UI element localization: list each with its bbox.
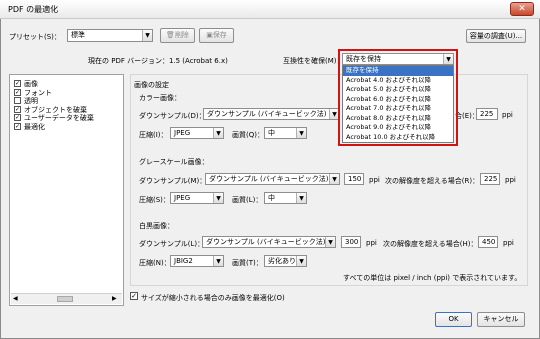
optimize-only-if-smaller-label: サイズが縮小される場合のみ画像を最適化(O) [141, 294, 285, 302]
monochrome-images-title: 白黒画像： [139, 222, 174, 230]
compatibility-select[interactable]: 既存を保持 ▼ [342, 53, 454, 65]
compatibility-option[interactable]: Acrobat 5.0 およびそれ以降 [343, 85, 453, 95]
gray-threshold-input[interactable]: 225 [480, 173, 500, 185]
chevron-down-icon: ▼ [296, 193, 306, 203]
category-checkbox[interactable]: ✓ [14, 122, 21, 130]
scroll-right-icon: ▶ [112, 295, 117, 302]
compatibility-option[interactable]: Acrobat 9.0 およびそれ以降 [343, 123, 453, 133]
optimize-only-if-smaller-checkbox[interactable]: ✓ [130, 292, 138, 300]
compatibility-option[interactable]: Acrobat 6.0 およびそれ以降 [343, 95, 453, 105]
category-checkbox[interactable]: ✓ [14, 80, 21, 87]
color-threshold-unit: ppi [502, 111, 513, 119]
chevron-down-icon: ▼ [213, 128, 223, 138]
trash-icon: 🗑 [166, 31, 175, 39]
window-title: PDF の最適化 [8, 5, 59, 14]
chevron-down-icon: ▼ [329, 174, 339, 184]
chevron-down-icon: ▼ [325, 237, 335, 247]
gray-quality-label: 画質(L)： [232, 196, 263, 204]
mono-compression-label: 圧縮(N)： [139, 259, 171, 267]
audit-space-button[interactable]: 容量の調査(U)... [466, 29, 526, 43]
gray-compression-select[interactable]: JPEG ▼ [170, 192, 224, 204]
gray-threshold-label: 次の解像度を超える場合(R)： [385, 177, 480, 185]
category-list: ✓ 画像 ✓ フォント 透明 ✓ オブジェクトを破棄 ✓ ユーザーデータを破棄 ✓ 最適化 ◀ ▶ [9, 74, 124, 306]
cancel-button[interactable]: キャンセル [477, 312, 525, 327]
mono-threshold-input[interactable]: 450 [478, 236, 498, 248]
mono-ppi-input[interactable]: 300 [341, 236, 361, 248]
current-pdf-version: 現在の PDF バージョン：1.5 (Acrobat 6.x) [88, 57, 228, 65]
mono-compression-select[interactable]: JBIG2 ▼ [170, 255, 224, 267]
color-images-title: カラー画像： [139, 94, 181, 102]
chevron-down-icon: ▼ [213, 256, 223, 266]
scroll-left-icon: ◀ [13, 295, 18, 302]
mono-downsample-select[interactable]: ダウンサンプル (バイキュービック法) ▼ [202, 236, 336, 248]
image-settings-header: 画像の設定 [134, 81, 169, 89]
save-button[interactable]: ▣保存 [199, 28, 234, 43]
color-downsample-select[interactable]: ダウンサンプル (バイキュービック法) ▼ [203, 108, 340, 120]
gray-quality-select[interactable]: 中 ▼ [264, 192, 307, 204]
preset-label: プリセット(S)： [9, 33, 61, 41]
category-label: 最適化 [24, 122, 45, 131]
color-compression-label: 圧縮(I)： [139, 131, 168, 139]
category-checkbox[interactable]: ✓ [14, 114, 21, 121]
compatibility-option[interactable]: Acrobat 10.0 およびそれ以降 [343, 133, 453, 143]
compatibility-label: 互換性を確保(M)： [283, 57, 344, 65]
gray-threshold-unit: ppi [505, 176, 516, 184]
close-button[interactable]: ✕ [510, 2, 534, 16]
mono-ppi-unit: ppi [366, 239, 377, 247]
grayscale-images-title: グレースケール画像： [139, 158, 209, 166]
color-compression-select[interactable]: JPEG ▼ [170, 127, 224, 139]
unit-note: すべての単位は pixel / inch (ppi) で表示されています。 [343, 274, 522, 282]
compatibility-option[interactable]: 既存を保持 [343, 66, 453, 76]
color-quality-label: 画質(Q)： [232, 131, 264, 139]
chevron-down-icon: ▼ [213, 193, 223, 203]
mono-threshold-unit: ppi [503, 239, 514, 247]
chevron-down-icon: ▼ [296, 256, 306, 266]
gray-downsample-select[interactable]: ダウンサンプル (バイキュービック法) ▼ [205, 173, 340, 185]
title-bar [0, 0, 540, 19]
ok-button[interactable]: OK [435, 312, 472, 327]
horizontal-scrollbar[interactable]: ◀ ▶ [11, 293, 122, 304]
category-checkbox[interactable]: ✓ [14, 105, 21, 113]
compatibility-options-list: 既存を保持 Acrobat 4.0 およびそれ以降 Acrobat 5.0 およびそ… [342, 65, 454, 143]
color-downsample-label: ダウンサンプル(D)： [139, 112, 206, 120]
mono-quality-label: 画質(T)： [232, 259, 263, 267]
save-icon: ▣ [206, 31, 213, 39]
compatibility-option[interactable]: Acrobat 8.0 およびそれ以降 [343, 114, 453, 124]
color-quality-select[interactable]: 中 ▼ [264, 127, 307, 139]
delete-button[interactable]: 🗑削除 [160, 28, 195, 43]
chevron-down-icon: ▼ [443, 54, 453, 64]
gray-downsample-label: ダウンサンプル(M)： [139, 177, 207, 185]
scrollbar-thumb[interactable] [57, 296, 73, 302]
mono-downsample-label: ダウンサンプル(L)： [139, 240, 205, 248]
preset-select[interactable]: 標準 ▼ [67, 29, 153, 42]
gray-ppi-input[interactable]: 150 [344, 173, 364, 185]
chevron-down-icon: ▼ [142, 30, 152, 41]
chevron-down-icon: ▼ [296, 128, 306, 138]
mono-quality-select[interactable]: 劣化あり ▼ [264, 255, 307, 267]
category-checkbox[interactable] [14, 97, 21, 104]
category-checkbox[interactable]: ✓ [14, 88, 21, 96]
preset-value: 標準 [71, 31, 85, 39]
compatibility-option[interactable]: Acrobat 4.0 およびそれ以降 [343, 76, 453, 86]
color-threshold-input[interactable]: 225 [476, 108, 498, 120]
mono-threshold-label: 次の解像度を超える場合(H)： [383, 240, 478, 248]
compatibility-option[interactable]: Acrobat 7.0 およびそれ以降 [343, 104, 453, 114]
gray-ppi-unit: ppi [369, 176, 380, 184]
gray-compression-label: 圧縮(S)： [139, 196, 170, 204]
